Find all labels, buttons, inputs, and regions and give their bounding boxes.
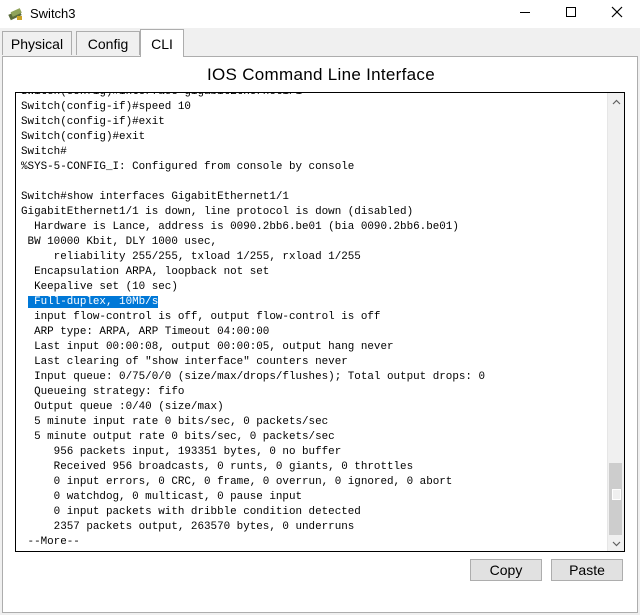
tab-cli[interactable]: CLI — [140, 29, 184, 57]
terminal-line: GigabitEthernet1/1 is down, line protoco… — [21, 206, 414, 218]
terminal-line: 5 minute input rate 0 bits/sec, 0 packet… — [21, 416, 329, 428]
close-icon — [611, 5, 623, 23]
terminal-line: 0 input errors, 0 CRC, 0 frame, 0 overru… — [21, 476, 453, 488]
terminal-line: Last clearing of "show interface" counte… — [21, 356, 348, 368]
terminal-output[interactable]: Switch(config)#interface gigabitEthernet… — [21, 92, 606, 550]
terminal-line: Keepalive set (10 sec) — [21, 281, 178, 293]
terminal-line: 956 packets input, 193351 bytes, 0 no bu… — [21, 446, 342, 458]
copy-button[interactable]: Copy — [470, 559, 542, 581]
terminal-line: BW 10000 Kbit, DLY 1000 usec, — [21, 236, 218, 248]
terminal-line: Queueing strategy: fifo — [21, 386, 185, 398]
terminal-line: Encapsulation ARPA, loopback not set — [21, 266, 270, 278]
terminal-line: Switch(config)#interface gigabitEthernet… — [21, 92, 303, 98]
terminal-line: %SYS-5-CONFIG_I: Configured from console… — [21, 161, 355, 173]
title-bar: Switch3 — [0, 0, 640, 28]
scroll-up-button[interactable] — [608, 93, 624, 109]
cli-heading: IOS Command Line Interface — [207, 65, 435, 84]
terminal-line: Input queue: 0/75/0/0 (size/max/drops/fl… — [21, 371, 486, 383]
terminal-line: Last input 00:00:08, output 00:00:05, ou… — [21, 341, 394, 353]
terminal-line: 5 minute output rate 0 bits/sec, 0 packe… — [21, 431, 335, 443]
maximize-button[interactable] — [548, 0, 594, 28]
terminal-line: --More-- — [21, 536, 80, 548]
cli-panel: IOS Command Line Interface Switch(config… — [2, 56, 638, 613]
terminal-line: Full-duplex, 10Mb/s — [21, 295, 606, 310]
window-title: Switch3 — [30, 6, 76, 21]
paste-button[interactable]: Paste — [551, 559, 623, 581]
scroll-down-button[interactable] — [608, 535, 624, 551]
tab-bar: Physical Config CLI — [0, 28, 640, 57]
chevron-up-icon — [612, 93, 621, 110]
scrollbar-grip — [612, 489, 621, 500]
terminal-line: Switch#show interfaces GigabitEthernet1/… — [21, 191, 289, 203]
terminal-line: 0 input packets with dribble condition d… — [21, 506, 361, 518]
terminal-line: Switch(config-if)#exit — [21, 116, 165, 128]
terminal-line: Output queue :0/40 (size/max) — [21, 401, 224, 413]
terminal-line: Switch# — [21, 146, 67, 158]
chevron-down-icon — [612, 534, 621, 551]
terminal-line: Hardware is Lance, address is 0090.2bb6.… — [21, 221, 459, 233]
terminal-line: 2357 packets output, 263570 bytes, 0 und… — [21, 521, 355, 533]
cli-terminal[interactable]: Switch(config)#interface gigabitEthernet… — [15, 92, 625, 552]
terminal-scrollbar[interactable] — [607, 93, 624, 551]
close-button[interactable] — [594, 0, 640, 28]
terminal-line: ARP type: ARPA, ARP Timeout 04:00:00 — [21, 326, 270, 338]
terminal-line: Received 956 broadcasts, 0 runts, 0 gian… — [21, 461, 414, 473]
maximize-icon — [565, 5, 577, 23]
terminal-line: Switch(config-if)#speed 10 — [21, 101, 191, 113]
terminal-line: input flow-control is off, output flow-c… — [21, 311, 381, 323]
minimize-icon — [519, 5, 531, 23]
tab-physical[interactable]: Physical — [2, 31, 72, 55]
selected-text: Full-duplex, 10Mb/s — [27, 296, 159, 308]
minimize-button[interactable] — [502, 0, 548, 28]
switch-icon — [8, 6, 24, 22]
tab-config[interactable]: Config — [76, 31, 140, 55]
terminal-line: 0 watchdog, 0 multicast, 0 pause input — [21, 491, 303, 503]
terminal-line: reliability 255/255, txload 1/255, rxloa… — [21, 251, 361, 263]
terminal-line: Switch(config)#exit — [21, 131, 146, 143]
